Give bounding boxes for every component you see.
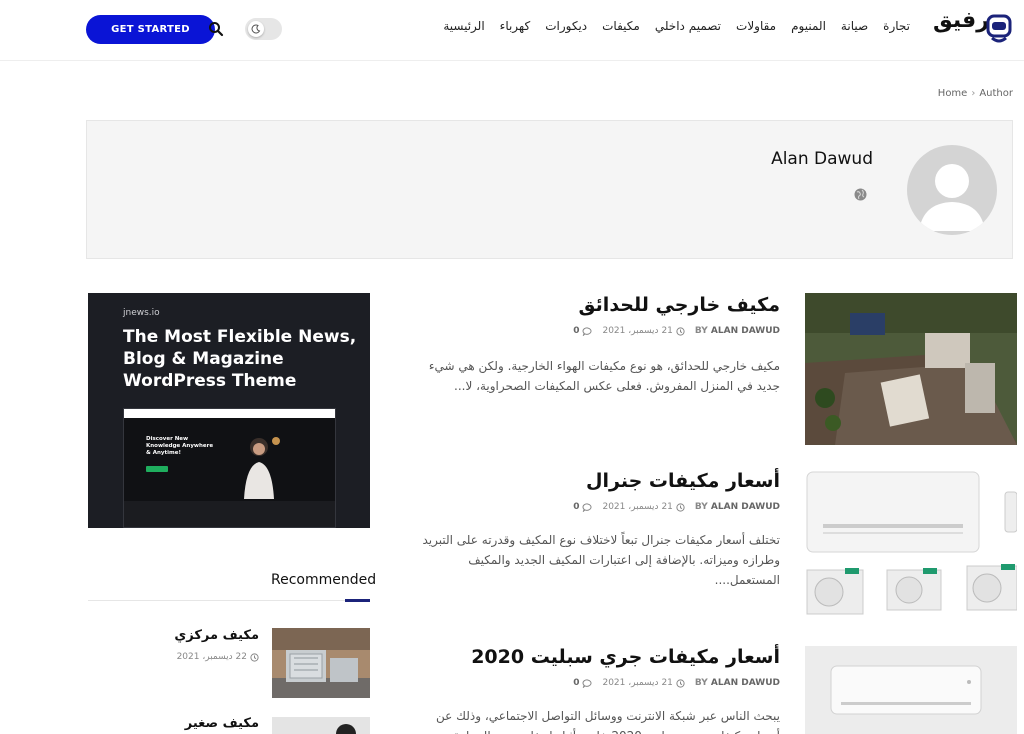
nav-item-maintenance[interactable]: صيانة — [841, 19, 868, 39]
site-logo[interactable]: رفيق — [933, 8, 989, 33]
author-box: Alan Dawud — [86, 120, 1013, 259]
site-header: GET STARTED الرئيسية كهرباء ديكورات مكيف… — [0, 0, 1024, 61]
post-thumbnail[interactable] — [805, 646, 1017, 734]
recommended-item-thumbnail[interactable] — [272, 717, 370, 734]
sidebar-ad-banner[interactable]: jnews.io The Most Flexible News, Blog & … — [88, 293, 370, 528]
post-date: 21 ديسمبر، 2021 — [602, 678, 685, 688]
comment-icon — [582, 678, 592, 688]
post-thumbnail[interactable] — [805, 470, 1017, 622]
author-name: Alan Dawud — [771, 149, 873, 169]
recommended-item-date: 22 ديسمبر، 2021 — [177, 652, 259, 662]
globe-icon[interactable] — [854, 188, 867, 201]
post-excerpt: يبحث الناس عبر شبكة الانترنت ووسائل التو… — [436, 709, 780, 734]
nav-item-interior-design[interactable]: تصميم داخلي — [655, 19, 721, 39]
author-avatar — [907, 145, 997, 235]
nav-item-ac[interactable]: مكيفات — [602, 19, 640, 39]
clock-icon — [250, 652, 259, 662]
ad-site-label: jnews.io — [123, 308, 160, 318]
post-comments[interactable]: 0 — [573, 326, 592, 336]
comment-icon — [582, 326, 592, 336]
main-nav: الرئيسية كهرباء ديكورات مكيفات تصميم داخ… — [443, 19, 910, 39]
recommended-item-thumbnail[interactable] — [272, 628, 370, 698]
post-title[interactable]: أسعار مكيفات جنرال — [586, 470, 780, 492]
post-author[interactable]: BY ALAN DAWUD — [695, 502, 780, 512]
get-started-button[interactable]: GET STARTED — [86, 15, 215, 44]
post-author[interactable]: BY ALAN DAWUD — [695, 678, 780, 688]
post-thumbnail[interactable] — [805, 293, 1017, 445]
dark-mode-toggle[interactable] — [245, 18, 282, 40]
clock-icon — [676, 326, 685, 336]
robot-logo-icon — [986, 14, 1012, 43]
nav-item-home[interactable]: الرئيسية — [443, 19, 484, 39]
ad-screenshot-image: Discover New Knowledge Anywhere & Anytim… — [123, 408, 336, 528]
nav-item-aluminum[interactable]: المنيوم — [791, 19, 826, 39]
post-meta: BY ALAN DAWUD 21 ديسمبر، 2021 0 — [573, 326, 780, 336]
recommended-item-title[interactable]: مكيف صغير — [185, 716, 259, 731]
post-comments[interactable]: 0 — [573, 502, 592, 512]
nav-item-decor[interactable]: ديكورات — [545, 19, 587, 39]
ad-screenshot-heading: Discover New Knowledge Anywhere & Anytim… — [146, 436, 214, 456]
recommended-heading: Recommended — [271, 572, 377, 588]
breadcrumb-current: Author — [979, 88, 1013, 99]
post-comments[interactable]: 0 — [573, 678, 592, 688]
search-icon[interactable] — [208, 21, 224, 37]
nav-item-electricity[interactable]: كهرباء — [500, 19, 531, 39]
moon-icon — [248, 21, 264, 37]
recommended-item-title[interactable]: مكيف مركزي — [174, 628, 259, 643]
breadcrumb-separator: › — [971, 88, 976, 99]
clock-icon — [676, 502, 685, 512]
nav-item-trade[interactable]: تجارة — [883, 19, 910, 39]
nav-item-contracting[interactable]: مقاولات — [736, 19, 776, 39]
post-excerpt: مكيف خارجي للحدائق، هو نوع مكيفات الهواء… — [428, 359, 780, 393]
comment-icon — [582, 502, 592, 512]
breadcrumb-home[interactable]: Home — [938, 88, 968, 99]
post-date: 21 ديسمبر، 2021 — [602, 502, 685, 512]
post-meta: BY ALAN DAWUD 21 ديسمبر، 2021 0 — [573, 678, 780, 688]
ad-title: The Most Flexible News, Blog & Magazine … — [123, 327, 357, 391]
recommended-divider-accent — [345, 599, 370, 602]
recommended-divider — [88, 600, 370, 601]
post-author[interactable]: BY ALAN DAWUD — [695, 326, 780, 336]
clock-icon — [676, 678, 685, 688]
post-excerpt: تختلف أسعار مكيفات جنرال تبعاً لاختلاف ن… — [422, 533, 781, 587]
post-title[interactable]: مكيف خارجي للحدائق — [579, 294, 780, 316]
breadcrumb: Home › Author — [938, 88, 1013, 99]
post-title[interactable]: أسعار مكيفات جري سبليت 2020 — [471, 646, 780, 668]
post-date: 21 ديسمبر، 2021 — [602, 326, 685, 336]
post-meta: BY ALAN DAWUD 21 ديسمبر، 2021 0 — [573, 502, 780, 512]
